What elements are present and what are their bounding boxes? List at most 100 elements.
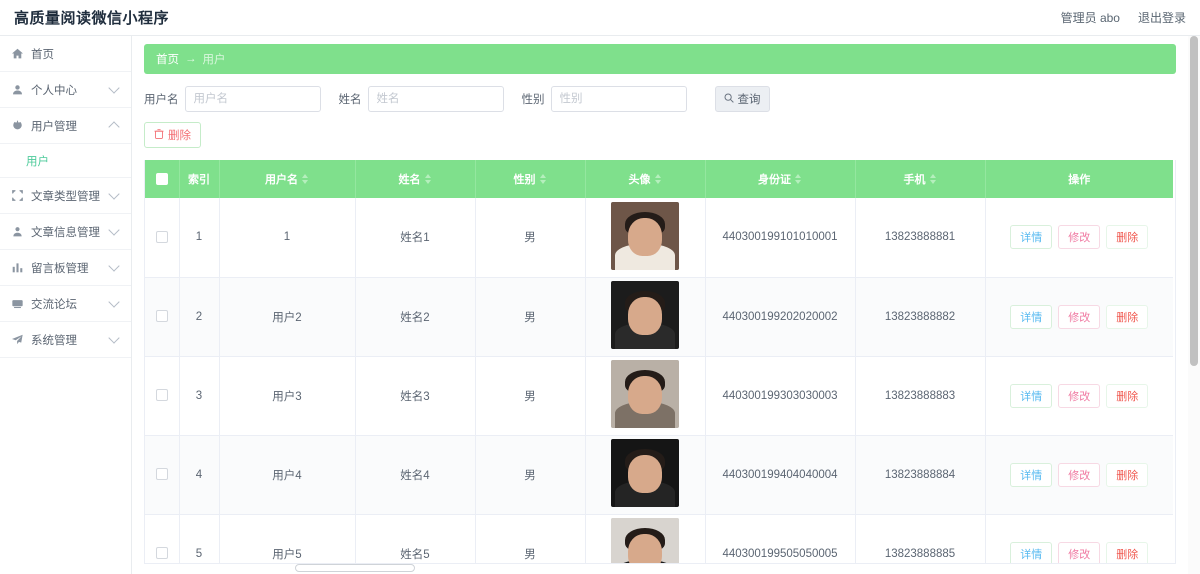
column-header-checkbox [145,160,180,198]
detail-button[interactable]: 详情 [1010,541,1053,563]
column-header-label: 头像 [628,174,651,186]
sidebar-item-system-management[interactable]: 系统管理 [0,322,131,358]
sidebar-item-label: 首页 [31,48,54,61]
admin-label: 管理员 abo [1060,11,1120,25]
cell-username: 用户5 [219,514,356,563]
user-icon [10,83,24,97]
edit-button[interactable]: 修改 [1058,383,1101,408]
sidebar-item-article-type-management[interactable]: 文章类型管理 [0,178,131,214]
cell-index: 4 [179,435,220,515]
column-header-label: 索引 [188,174,210,186]
sidebar-item-home[interactable]: 首页 [0,36,131,72]
row-checkbox[interactable] [155,547,168,560]
name-filter-input[interactable] [367,86,504,112]
delete-button[interactable]: 删除 [1106,225,1149,250]
chevron-down-icon [108,82,120,94]
detail-button[interactable]: 详情 [1010,383,1053,408]
cell-idcard: 440300199404040004 [705,435,856,515]
power-icon [10,119,24,133]
column-header-gender[interactable]: 性别 [475,160,586,198]
column-header-avatar[interactable]: 头像 [585,160,706,198]
table-toolbar: 删除 [132,112,1188,148]
column-header-actions: 操作 [985,160,1173,198]
sidebar-subitem-user[interactable]: 用户 [0,144,131,178]
detail-button[interactable]: 详情 [1010,462,1053,487]
delete-button[interactable]: 删除 [1106,304,1149,329]
cell-phone: 13823888884 [855,435,986,515]
gender-filter-input[interactable] [550,86,687,112]
breadcrumb-home[interactable]: 首页 [156,51,179,67]
column-header-idcard[interactable]: 身份证 [705,160,856,198]
delete-button[interactable]: 删除 [1106,541,1149,563]
main-content: 首页 → 用户 用户名 姓名 性别 查询 删除 [132,36,1188,574]
column-header-phone[interactable]: 手机 [855,160,986,198]
row-action-group: 详情 修改 删除 [986,225,1174,250]
edit-button[interactable]: 修改 [1058,225,1101,250]
user-table: 索引 用户名 姓名 性别 头像 身份证 手机 操作 1 1 姓名1 男 440300199101010… [145,160,1174,563]
detail-button[interactable]: 详情 [1010,304,1053,329]
send-icon [10,333,24,347]
table-row: 4 用户4 姓名4 男 440300199404040004 13823888884 详情修… [145,435,1173,515]
avatar [611,281,679,349]
sort-icon[interactable] [424,173,432,185]
row-checkbox[interactable] [155,468,168,481]
row-action-group: 详情 修改 删除 [986,383,1174,408]
edit-button[interactable]: 修改 [1058,462,1101,487]
cell-username: 用户4 [219,435,356,515]
sort-icon[interactable] [654,173,662,185]
sort-icon[interactable] [302,173,309,185]
sidebar-item-message-board-management[interactable]: 留言板管理 [0,250,131,286]
cell-index: 5 [179,514,220,563]
cell-phone: 13823888881 [855,198,986,278]
sort-icon[interactable] [795,173,802,185]
cell-avatar [585,198,706,278]
sidebar-item-label: 用户管理 [31,120,77,133]
cell-gender: 男 [475,435,586,515]
cell-avatar [585,277,706,357]
sidebar-item-user-management[interactable]: 用户管理 [0,108,131,144]
table-header-row: 索引 用户名 姓名 性别 头像 身份证 手机 操作 [145,160,1173,198]
row-checkbox[interactable] [155,231,168,244]
username-filter-input[interactable] [184,86,321,112]
chevron-down-icon [108,296,120,308]
avatar [611,201,679,270]
home-icon [10,47,24,61]
select-all-checkbox[interactable] [155,173,168,186]
column-header-label: 姓名 [398,174,421,186]
table-row: 2 用户2 姓名2 男 440300199202020002 13823888882 详情修… [145,277,1173,357]
vertical-scrollbar-thumb[interactable] [1190,36,1198,366]
cell-idcard: 440300199303030003 [705,356,856,436]
sort-icon[interactable] [539,173,547,185]
cell-idcard: 440300199202020002 [705,277,856,357]
cell-actions: 详情 修改 删除 [985,435,1173,515]
cell-actions: 详情 修改 删除 [985,356,1174,436]
chevron-down-icon [108,188,120,200]
edit-button[interactable]: 修改 [1058,304,1101,329]
sidebar: 首页 个人中心 用户管理 用户 文章类型管理 文章信息管理 留言板管理 交流论坛… [0,36,132,574]
column-header-name[interactable]: 姓名 [355,160,476,198]
sort-icon[interactable] [929,173,937,185]
edit-button[interactable]: 修改 [1058,541,1101,563]
row-checkbox[interactable] [155,389,168,402]
horizontal-scrollbar[interactable] [295,564,415,572]
column-header-label: 操作 [1068,174,1091,186]
bulk-delete-button[interactable]: 删除 [144,122,201,148]
column-header-username[interactable]: 用户名 [219,160,356,198]
detail-button[interactable]: 详情 [1010,225,1053,250]
search-button[interactable]: 查询 [714,86,770,112]
delete-button[interactable]: 删除 [1106,462,1149,487]
vertical-scrollbar[interactable] [1188,36,1200,574]
sidebar-item-article-info-management[interactable]: 文章信息管理 [0,214,131,250]
avatar [611,518,679,563]
breadcrumb: 首页 → 用户 [144,44,1176,74]
cell-index: 1 [179,198,220,278]
column-header-label: 用户名 [265,174,298,186]
logout-button[interactable]: 退出登录 [1138,9,1186,26]
delete-button[interactable]: 删除 [1106,383,1149,408]
row-checkbox[interactable] [155,310,168,323]
app-title: 高质量阅读微信小程序 [14,10,170,27]
sidebar-item-forum[interactable]: 交流论坛 [0,286,131,322]
sidebar-item-personal-center[interactable]: 个人中心 [0,72,131,108]
user-table-body: 1 1 姓名1 男 440300199101010001 13823888881 详情 修改删… [145,198,1174,563]
trash-icon [154,128,164,142]
